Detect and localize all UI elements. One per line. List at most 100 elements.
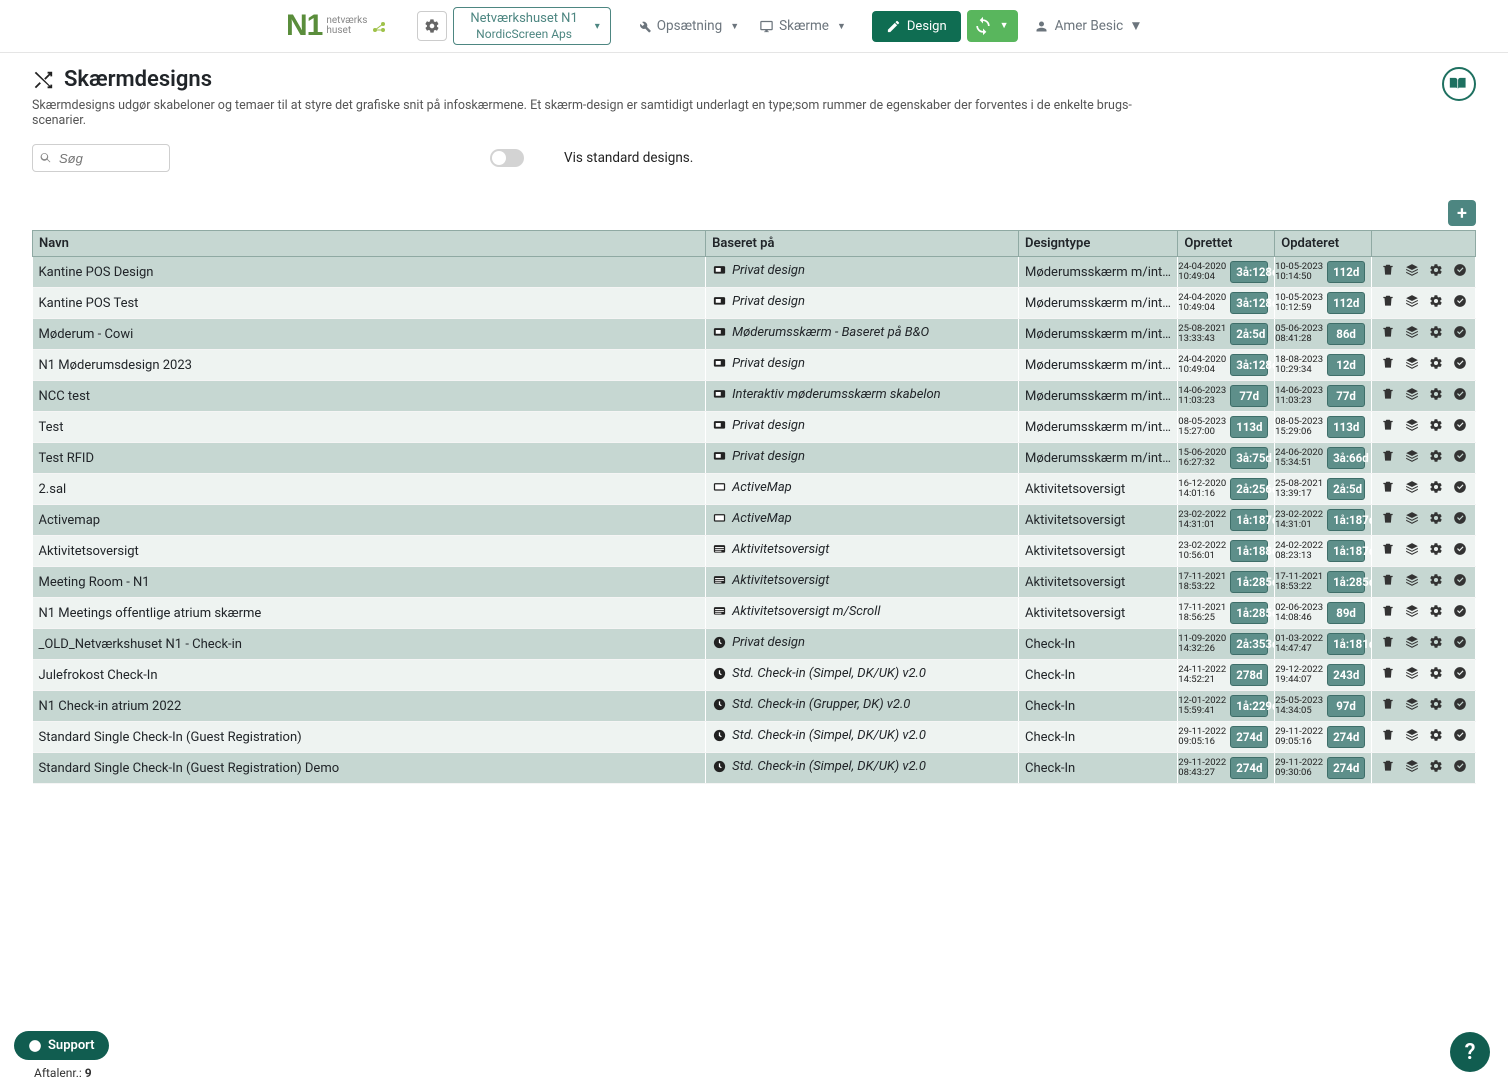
- nav-design[interactable]: Design: [872, 11, 961, 42]
- row-approve[interactable]: [1451, 540, 1469, 562]
- row-approve[interactable]: [1451, 261, 1469, 283]
- row-delete[interactable]: [1379, 602, 1397, 624]
- row-delete[interactable]: [1379, 633, 1397, 655]
- row-approve[interactable]: [1451, 385, 1469, 407]
- row-settings[interactable]: [1427, 261, 1445, 283]
- row-delete[interactable]: [1379, 416, 1397, 438]
- row-settings[interactable]: [1427, 354, 1445, 376]
- help-bubble[interactable]: ?: [1450, 1032, 1490, 1072]
- settings-gear-button[interactable]: [417, 11, 447, 41]
- add-design-button[interactable]: +: [1448, 200, 1476, 226]
- table-row[interactable]: Standard Single Check-In (Guest Registra…: [33, 722, 1476, 753]
- row-delete[interactable]: [1379, 509, 1397, 531]
- row-delete[interactable]: [1379, 540, 1397, 562]
- row-approve[interactable]: [1451, 633, 1469, 655]
- row-stack[interactable]: [1403, 757, 1421, 779]
- table-row[interactable]: N1 Check-in atrium 2022Std. Check-in (Gr…: [33, 691, 1476, 722]
- row-approve[interactable]: [1451, 726, 1469, 748]
- row-delete[interactable]: [1379, 385, 1397, 407]
- table-row[interactable]: Meeting Room - N1AktivitetsoversigtAktiv…: [33, 567, 1476, 598]
- org-switcher[interactable]: Netværkshuset N1 NordicScreen Aps: [453, 7, 610, 45]
- col-updated[interactable]: Opdateret: [1275, 231, 1372, 257]
- nav-screens[interactable]: Skærme▼: [751, 12, 854, 40]
- table-row[interactable]: Kantine POS TestPrivat designMøderumsskæ…: [33, 288, 1476, 319]
- row-stack[interactable]: [1403, 602, 1421, 624]
- row-settings[interactable]: [1427, 509, 1445, 531]
- row-delete[interactable]: [1379, 757, 1397, 779]
- row-delete[interactable]: [1379, 261, 1397, 283]
- row-settings[interactable]: [1427, 478, 1445, 500]
- row-approve[interactable]: [1451, 354, 1469, 376]
- row-stack[interactable]: [1403, 540, 1421, 562]
- table-row[interactable]: ActivemapActiveMapAktivitetsoversigt23-0…: [33, 505, 1476, 536]
- row-stack[interactable]: [1403, 695, 1421, 717]
- row-delete[interactable]: [1379, 726, 1397, 748]
- row-delete[interactable]: [1379, 354, 1397, 376]
- search-input[interactable]: [32, 144, 170, 172]
- row-approve[interactable]: [1451, 757, 1469, 779]
- table-row[interactable]: NCC testInteraktiv møderumsskærm skabelo…: [33, 381, 1476, 412]
- row-delete[interactable]: [1379, 664, 1397, 686]
- row-stack[interactable]: [1403, 633, 1421, 655]
- row-approve[interactable]: [1451, 664, 1469, 686]
- row-settings[interactable]: [1427, 447, 1445, 469]
- row-approve[interactable]: [1451, 447, 1469, 469]
- row-settings[interactable]: [1427, 323, 1445, 345]
- nav-setup[interactable]: Opsætning▼: [629, 12, 747, 40]
- row-approve[interactable]: [1451, 416, 1469, 438]
- row-settings[interactable]: [1427, 664, 1445, 686]
- row-settings[interactable]: [1427, 416, 1445, 438]
- row-stack[interactable]: [1403, 509, 1421, 531]
- row-delete[interactable]: [1379, 323, 1397, 345]
- table-row[interactable]: _OLD_Netværkshuset N1 - Check-inPrivat d…: [33, 629, 1476, 660]
- row-delete[interactable]: [1379, 478, 1397, 500]
- table-row[interactable]: Møderum - CowiMøderumsskærm - Baseret på…: [33, 319, 1476, 350]
- support-button[interactable]: Support: [14, 1031, 109, 1060]
- row-settings[interactable]: [1427, 385, 1445, 407]
- row-stack[interactable]: [1403, 416, 1421, 438]
- row-delete[interactable]: [1379, 571, 1397, 593]
- table-row[interactable]: AktivitetsoversigtAktivitetsoversigtAkti…: [33, 536, 1476, 567]
- row-approve[interactable]: [1451, 478, 1469, 500]
- row-settings[interactable]: [1427, 695, 1445, 717]
- std-designs-toggle[interactable]: [490, 149, 524, 167]
- col-created[interactable]: Oprettet: [1178, 231, 1275, 257]
- row-approve[interactable]: [1451, 695, 1469, 717]
- row-stack[interactable]: [1403, 571, 1421, 593]
- table-row[interactable]: Kantine POS DesignPrivat designMøderumss…: [33, 257, 1476, 288]
- row-stack[interactable]: [1403, 323, 1421, 345]
- row-settings[interactable]: [1427, 571, 1445, 593]
- table-row[interactable]: TestPrivat designMøderumsskærm m/inte...…: [33, 412, 1476, 443]
- row-approve[interactable]: [1451, 323, 1469, 345]
- sync-button[interactable]: ▼: [967, 10, 1018, 42]
- table-row[interactable]: N1 Møderumsdesign 2023Privat designMøder…: [33, 350, 1476, 381]
- col-name[interactable]: Navn: [33, 231, 706, 257]
- row-stack[interactable]: [1403, 726, 1421, 748]
- row-stack[interactable]: [1403, 261, 1421, 283]
- col-based[interactable]: Baseret på: [706, 231, 1019, 257]
- table-row[interactable]: N1 Meetings offentlige atrium skærmeAkti…: [33, 598, 1476, 629]
- table-row[interactable]: Julefrokost Check-InStd. Check-in (Simpe…: [33, 660, 1476, 691]
- row-settings[interactable]: [1427, 602, 1445, 624]
- row-stack[interactable]: [1403, 447, 1421, 469]
- user-menu[interactable]: Amer Besic▼: [1034, 18, 1143, 34]
- table-row[interactable]: Test RFIDPrivat designMøderumsskærm m/in…: [33, 443, 1476, 474]
- row-settings[interactable]: [1427, 726, 1445, 748]
- row-approve[interactable]: [1451, 571, 1469, 593]
- row-stack[interactable]: [1403, 385, 1421, 407]
- row-delete[interactable]: [1379, 292, 1397, 314]
- row-settings[interactable]: [1427, 757, 1445, 779]
- row-delete[interactable]: [1379, 695, 1397, 717]
- row-approve[interactable]: [1451, 292, 1469, 314]
- row-stack[interactable]: [1403, 478, 1421, 500]
- row-settings[interactable]: [1427, 633, 1445, 655]
- row-settings[interactable]: [1427, 292, 1445, 314]
- row-settings[interactable]: [1427, 540, 1445, 562]
- row-approve[interactable]: [1451, 602, 1469, 624]
- col-type[interactable]: Designtype: [1019, 231, 1178, 257]
- row-stack[interactable]: [1403, 292, 1421, 314]
- table-row[interactable]: 2.salActiveMapAktivitetsoversigt16-12-20…: [33, 474, 1476, 505]
- row-approve[interactable]: [1451, 509, 1469, 531]
- row-delete[interactable]: [1379, 447, 1397, 469]
- row-stack[interactable]: [1403, 354, 1421, 376]
